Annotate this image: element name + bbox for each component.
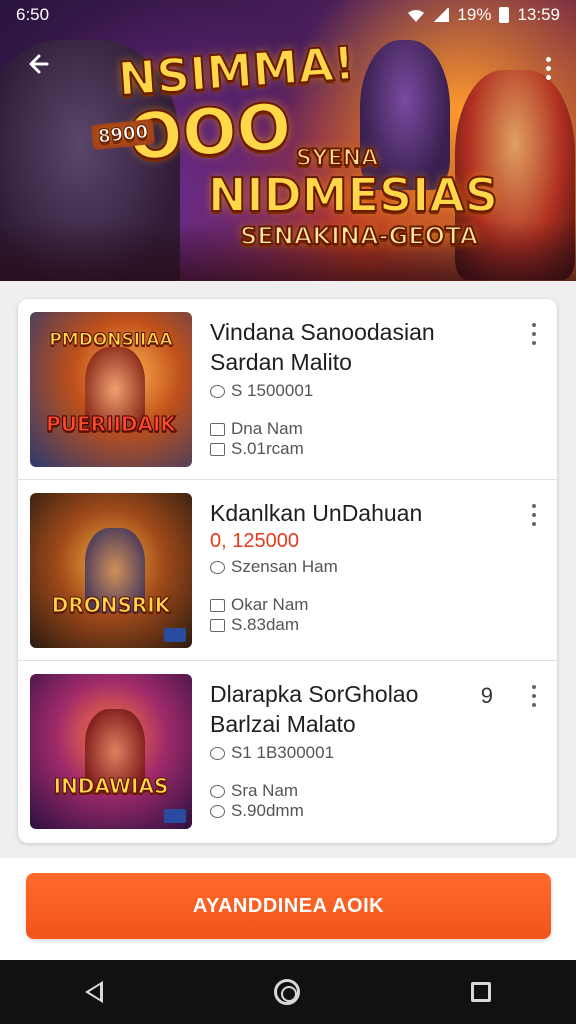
list-item[interactable]: INDAWIAS Dlarapka SorGholao Barlzai Mala… xyxy=(18,661,557,842)
hero-banner: NSIMMA! OOO 8900 SYENA NIDMESIAS SENAKIN… xyxy=(0,0,576,281)
battery-icon xyxy=(499,7,510,23)
game-thumbnail[interactable]: DRONSRIK xyxy=(30,493,192,648)
thumb-title-bottom: INDAWIAS xyxy=(53,774,169,799)
signal-icon xyxy=(433,8,450,22)
status-bar: 6:50 19% 13:59 xyxy=(0,0,576,30)
status-time-left: 6:50 xyxy=(16,5,50,24)
item-meta-b-text: Sra Nam xyxy=(231,781,299,800)
location-icon xyxy=(210,560,225,574)
thumb-badge xyxy=(164,809,186,823)
item-meta-a-text: S 1500001 xyxy=(231,381,314,400)
item-title: Dlarapka SorGholao xyxy=(210,681,419,707)
wifi-icon xyxy=(407,8,425,22)
item-meta-c-text: S.01rcam xyxy=(231,439,304,458)
item-meta-c-text: S.90dmm xyxy=(231,801,304,820)
banner-title-5: NIDMESIAS xyxy=(207,167,499,223)
primary-action-button[interactable]: AYANDDINEA AOIK xyxy=(26,873,551,939)
calendar-icon xyxy=(210,784,225,798)
thumb-title-bottom: DRONSRIK xyxy=(51,593,171,618)
list-item[interactable]: PMDONSIIAA PUERIIDAIK Vindana Sanoodasia… xyxy=(18,299,557,480)
item-more-icon[interactable] xyxy=(529,683,539,709)
info-icon xyxy=(210,804,225,818)
item-info: Kdanlkan UnDahuan 0, 125000 Szensan Ham … xyxy=(210,498,517,635)
item-meta-b: Dna Nam xyxy=(210,419,517,439)
item-subtitle: Barlzai Malato xyxy=(210,711,356,737)
item-meta-a: S 1500001 xyxy=(210,381,517,401)
action-area: AYANDDINEA AOIK xyxy=(0,858,576,960)
item-meta-a-text: S1 1B300001 xyxy=(231,743,335,762)
location-icon xyxy=(210,746,225,760)
item-info: Dlarapka SorGholao Barlzai Malato S1 1B3… xyxy=(210,679,517,821)
location-icon xyxy=(210,384,225,398)
chart-icon xyxy=(210,442,225,456)
item-meta-c: S.83dam xyxy=(210,615,517,635)
item-meta-c: S.01rcam xyxy=(210,439,517,459)
item-subtitle: Sardan Malito xyxy=(210,349,352,375)
item-meta-c-text: S.83dam xyxy=(231,615,300,634)
calendar-icon xyxy=(210,422,225,436)
item-title: Vindana Sanoodasian xyxy=(210,319,435,345)
thumb-title-top: PMDONSIIAA xyxy=(49,330,173,351)
item-title: Kdanlkan UnDahuan xyxy=(210,500,423,526)
system-nav-bar xyxy=(0,960,576,1024)
more-vert-icon[interactable] xyxy=(538,50,558,86)
item-meta-a: S1 1B300001 xyxy=(210,743,517,763)
thumb-title-bottom: PUERIIDAIK xyxy=(46,412,177,437)
item-price: 0, 125000 xyxy=(210,530,299,552)
list-item[interactable]: DRONSRIK Kdanlkan UnDahuan 0, 125000 Sze… xyxy=(18,480,557,661)
item-meta-b-text: Okar Nam xyxy=(231,595,309,614)
thumb-badge xyxy=(164,628,186,642)
item-meta-a-text: Szensan Ham xyxy=(231,557,338,576)
battery-percent: 19% xyxy=(457,5,492,24)
game-thumbnail[interactable]: INDAWIAS xyxy=(30,674,192,829)
game-thumbnail[interactable]: PMDONSIIAA PUERIIDAIK xyxy=(30,312,192,467)
chart-icon xyxy=(210,618,225,632)
item-meta-c: S.90dmm xyxy=(210,801,517,821)
item-meta-b: Sra Nam xyxy=(210,781,517,801)
game-list: PMDONSIIAA PUERIIDAIK Vindana Sanoodasia… xyxy=(18,299,557,843)
item-badge: 9 xyxy=(480,683,493,708)
nav-back-icon[interactable] xyxy=(85,981,104,1003)
item-info: Vindana Sanoodasian Sardan Malito S 1500… xyxy=(210,317,517,459)
item-more-icon[interactable] xyxy=(529,502,539,528)
item-meta-b: Okar Nam xyxy=(210,595,517,615)
item-more-icon[interactable] xyxy=(529,321,539,347)
status-time-right: 13:59 xyxy=(517,5,560,24)
back-arrow-icon[interactable] xyxy=(22,50,58,86)
item-meta-b-text: Dna Nam xyxy=(231,419,303,438)
calendar-icon xyxy=(210,598,225,612)
nav-home-icon[interactable] xyxy=(273,979,300,1005)
banner-title-6: SENAKINA-GEOTA xyxy=(239,221,479,251)
item-meta-a: Szensan Ham xyxy=(210,557,517,577)
nav-recents-icon[interactable] xyxy=(470,982,491,1002)
